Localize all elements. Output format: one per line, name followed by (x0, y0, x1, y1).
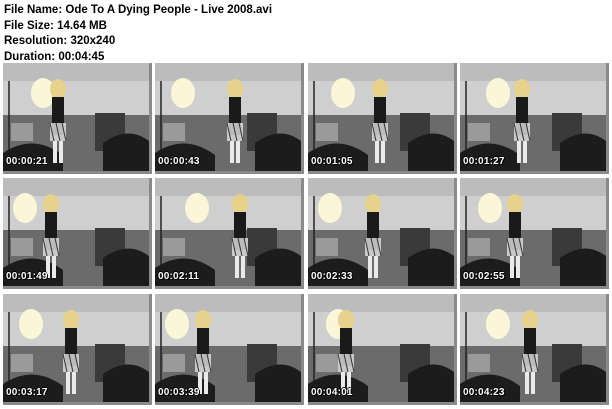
video-thumbnail[interactable]: 00:00:43 (155, 63, 304, 174)
thumbnail-timestamp: 00:02:55 (463, 271, 505, 282)
thumbnail-frame-image (308, 294, 454, 402)
resolution-row: Resolution: 320x240 (4, 34, 272, 50)
file-name-row: File Name: Ode To A Dying People - Live … (4, 3, 272, 19)
file-size-label: File Size: (4, 19, 54, 32)
thumbnail-frame-image (3, 178, 149, 286)
thumbnail-timestamp: 00:02:11 (158, 271, 200, 282)
thumbnail-frame-image (3, 294, 149, 402)
file-info-header: File Name: Ode To A Dying People - Live … (4, 3, 272, 65)
video-thumbnail[interactable]: 00:01:49 (3, 178, 152, 289)
resolution-value: 320x240 (70, 35, 116, 47)
video-thumbnail[interactable]: 00:04:01 (308, 294, 457, 405)
thumbnail-frame-image (155, 63, 301, 171)
video-thumbnail[interactable]: 00:03:17 (3, 294, 152, 405)
video-thumbnail[interactable]: 00:02:11 (155, 178, 304, 289)
video-thumbnail[interactable]: 00:02:55 (460, 178, 609, 289)
video-thumbnail[interactable]: 00:03:39 (155, 294, 304, 405)
thumbnail-frame-image (308, 178, 454, 286)
video-thumbnail[interactable]: 00:01:27 (460, 63, 609, 174)
thumbnail-frame-image (460, 294, 606, 402)
thumbnail-timestamp: 00:00:21 (6, 156, 48, 167)
video-thumbnail[interactable]: 00:01:05 (308, 63, 457, 174)
file-size-row: File Size: 14.64 MB (4, 19, 272, 35)
thumbnail-frame-image (155, 294, 301, 402)
duration-label: Duration: (4, 50, 56, 63)
thumbnail-frame-image (3, 63, 149, 171)
thumbnail-timestamp: 00:04:01 (311, 387, 353, 398)
thumbnail-frame-image (460, 178, 606, 286)
thumbnail-timestamp: 00:01:05 (311, 156, 353, 167)
video-thumbnail[interactable]: 00:02:33 (308, 178, 457, 289)
thumbnail-timestamp: 00:01:27 (463, 156, 505, 167)
video-thumbnail[interactable]: 00:00:21 (3, 63, 152, 174)
file-size-value: 14.64 MB (57, 19, 107, 32)
thumbnail-timestamp: 00:00:43 (158, 156, 200, 167)
duration-value: 00:04:45 (58, 50, 105, 63)
thumbnail-timestamp: 00:04:23 (463, 387, 505, 398)
file-name-value: Ode To A Dying People - Live 2008.avi (65, 4, 273, 16)
file-name-label: File Name: (4, 4, 63, 16)
resolution-label: Resolution: (4, 35, 68, 47)
thumbnail-timestamp: 00:01:49 (6, 271, 48, 282)
thumbnail-timestamp: 00:03:17 (6, 387, 48, 398)
video-thumbnail[interactable]: 00:04:23 (460, 294, 609, 405)
thumbnail-timestamp: 00:02:33 (311, 271, 353, 282)
thumbnail-frame-image (460, 63, 606, 171)
thumbnail-frame-image (155, 178, 301, 286)
thumbnail-frame-image (308, 63, 454, 171)
thumbnail-timestamp: 00:03:39 (158, 387, 200, 398)
